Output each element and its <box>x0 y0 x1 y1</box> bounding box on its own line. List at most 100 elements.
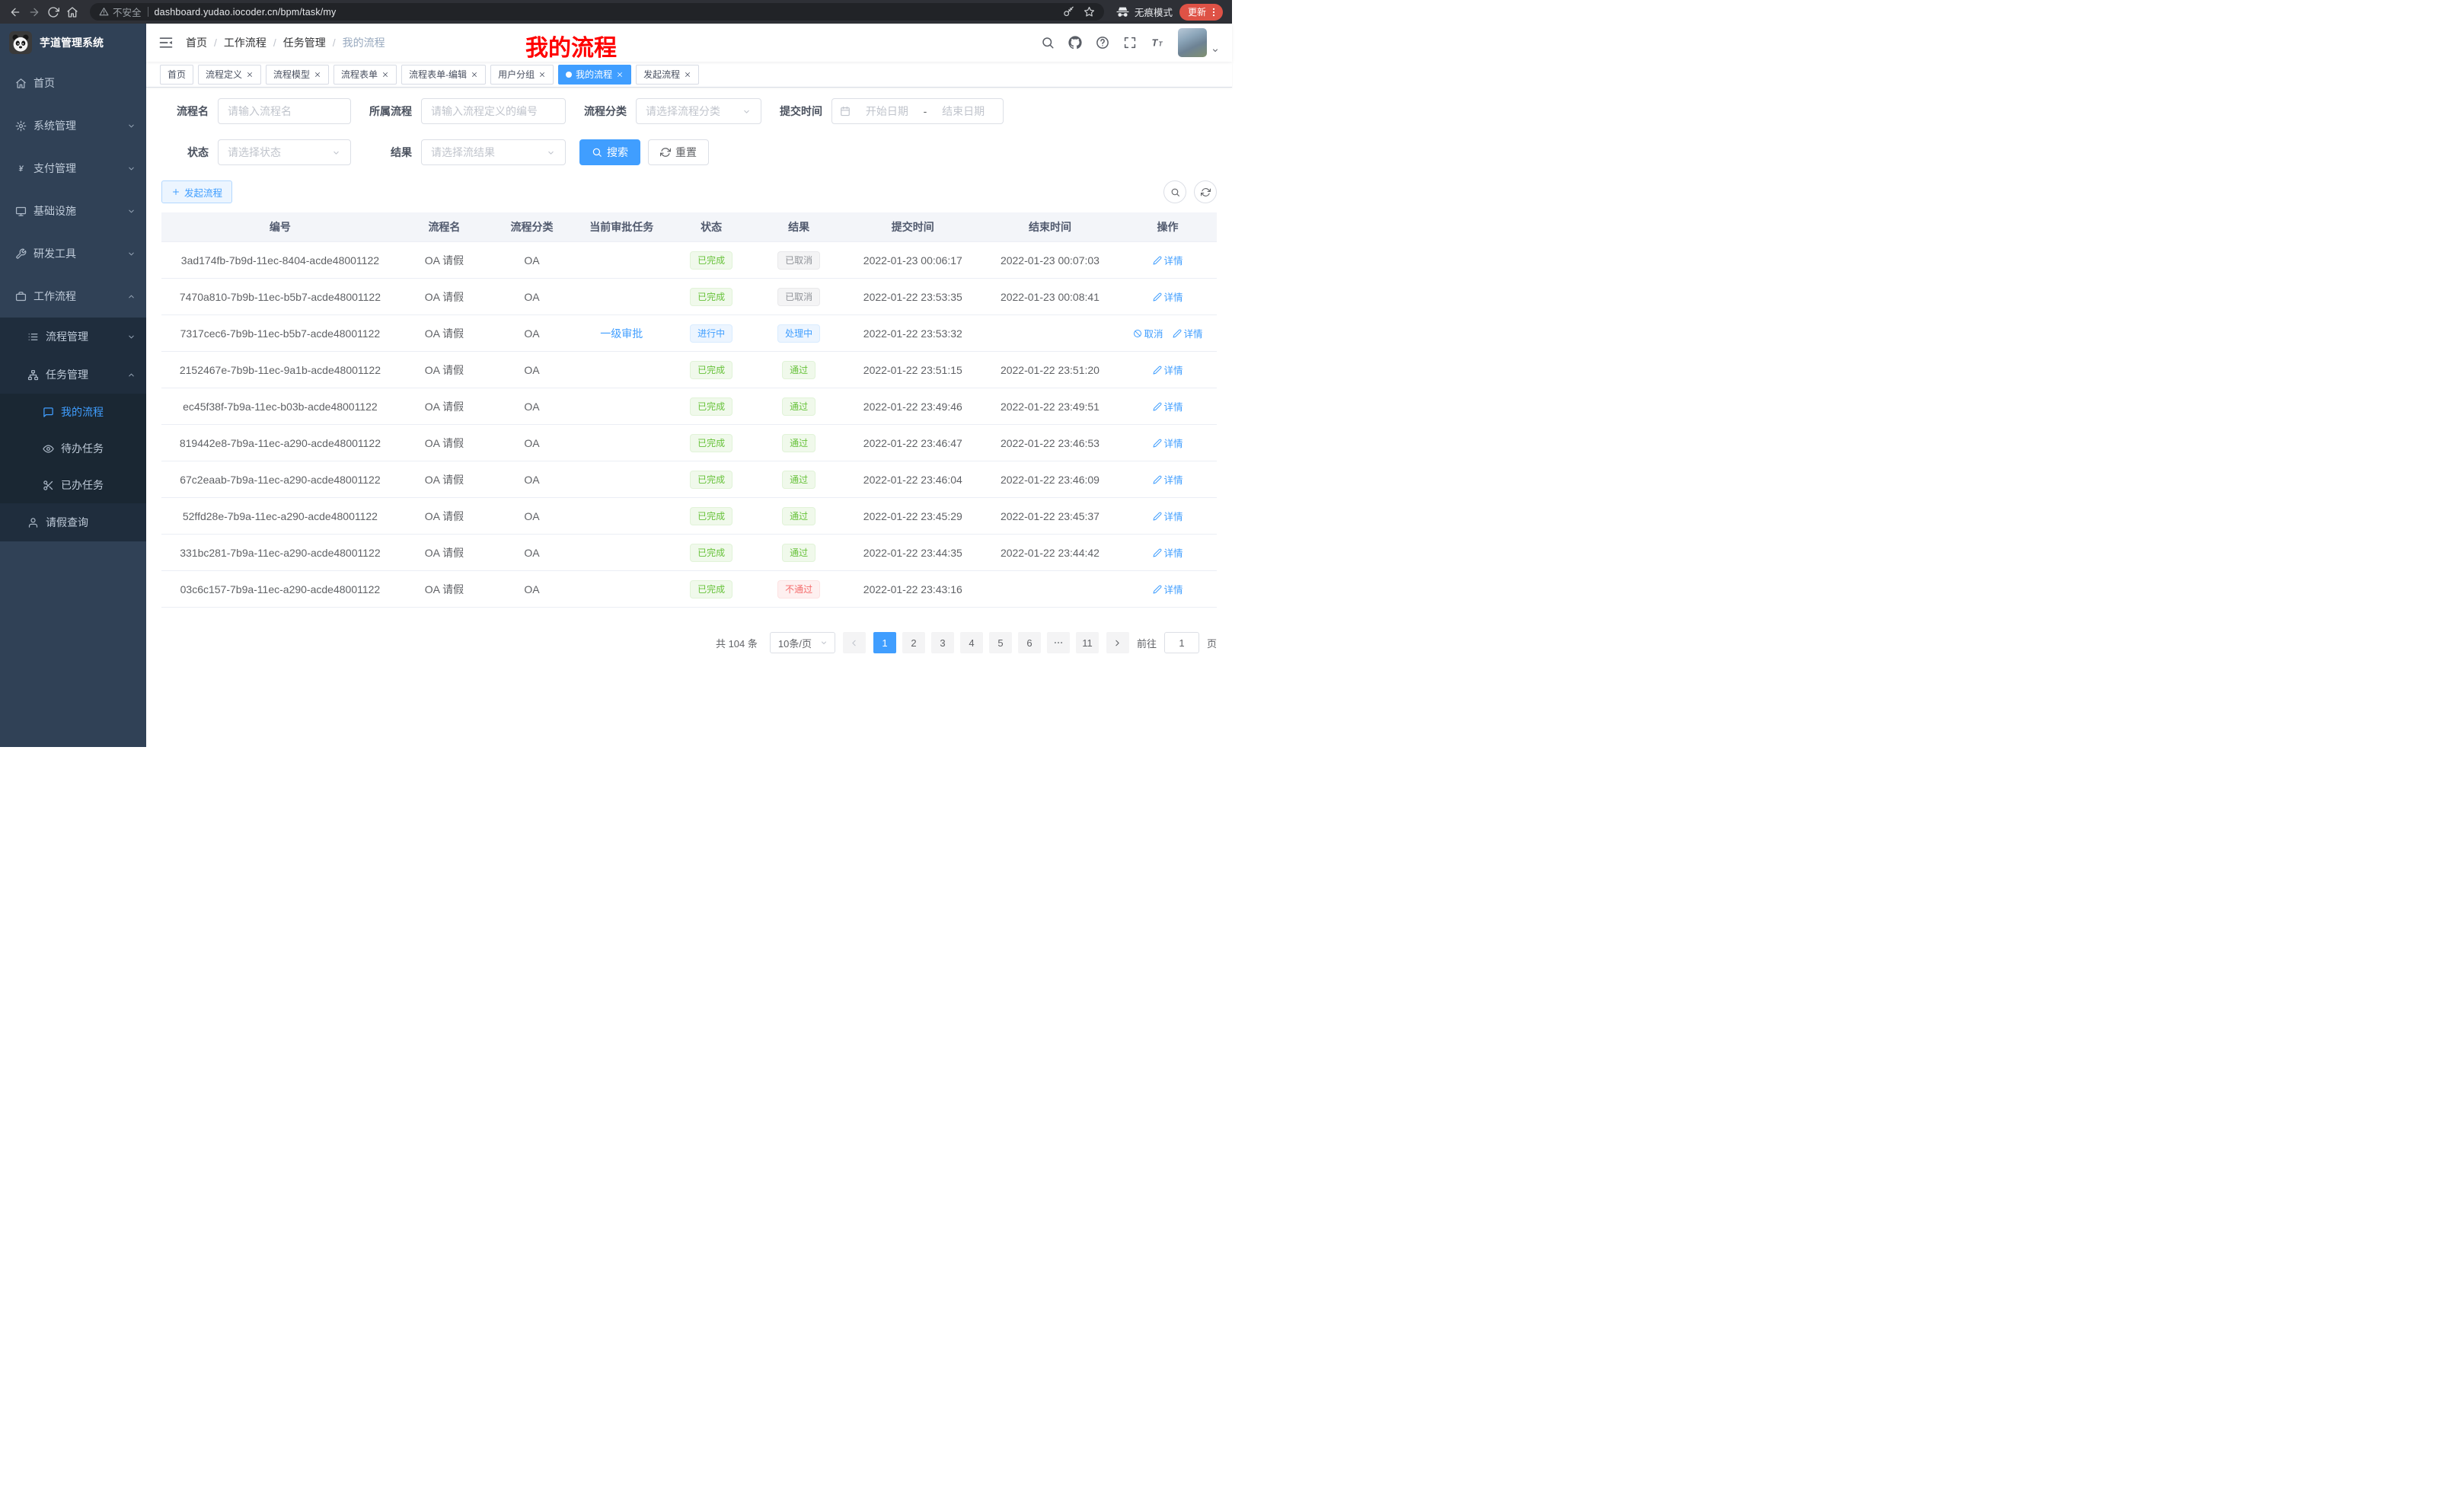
sidebar-toggle-icon[interactable] <box>158 35 174 50</box>
category-select[interactable]: 请选择流程分类 <box>636 98 761 124</box>
search-button[interactable]: 搜索 <box>579 139 640 165</box>
cell-status: 已完成 <box>669 361 754 379</box>
fullscreen-icon[interactable] <box>1123 36 1137 49</box>
tab-start-process[interactable]: 发起流程 <box>636 65 699 85</box>
category-label: 流程分类 <box>579 104 627 119</box>
current-task-link[interactable]: 一级审批 <box>600 326 643 341</box>
tab-process-model[interactable]: 流程模型 <box>266 65 329 85</box>
tab-process-form[interactable]: 流程表单 <box>334 65 397 85</box>
sidebar-item-payment[interactable]: ¥支付管理 <box>0 147 146 190</box>
font-size-icon[interactable]: TT <box>1151 36 1164 49</box>
breadcrumb-item[interactable]: 工作流程 <box>224 35 267 50</box>
breadcrumb-item[interactable]: 首页 <box>186 35 207 50</box>
page-size-select[interactable]: 10条/页 <box>770 632 835 653</box>
result-tag: 通过 <box>782 507 815 525</box>
sidebar-item-system[interactable]: 系统管理 <box>0 104 146 147</box>
cell-end-time: 2022-01-23 00:08:41 <box>981 291 1119 303</box>
tab-process-form-edit[interactable]: 流程表单-编辑 <box>401 65 486 85</box>
github-icon[interactable] <box>1068 36 1082 49</box>
sidebar-item-home[interactable]: 首页 <box>0 62 146 104</box>
browser-reload-icon[interactable] <box>47 6 59 18</box>
page-button-2[interactable]: 2 <box>902 632 925 653</box>
list-icon <box>27 331 39 343</box>
next-page-button[interactable] <box>1106 632 1129 653</box>
incognito-label: 无痕模式 <box>1135 5 1173 19</box>
tab-user-group[interactable]: 用户分组 <box>490 65 554 85</box>
tab-close-icon[interactable] <box>314 71 321 78</box>
create-process-button[interactable]: 发起流程 <box>161 180 232 203</box>
help-icon[interactable] <box>1096 36 1109 49</box>
sidebar-item-done-task[interactable]: 已办任务 <box>0 467 146 503</box>
tab-close-icon[interactable] <box>538 71 546 78</box>
password-key-icon[interactable] <box>1063 6 1074 18</box>
tab-close-icon[interactable] <box>246 71 254 78</box>
result-select[interactable]: 请选择流结果 <box>421 139 566 165</box>
tab-close-icon[interactable] <box>684 71 691 78</box>
sidebar-item-my-process[interactable]: 我的流程 <box>0 394 146 430</box>
browser-home-icon[interactable] <box>66 6 78 18</box>
update-button[interactable]: 更新 <box>1179 4 1223 21</box>
tab-close-icon[interactable] <box>616 71 624 78</box>
tab-home[interactable]: 首页 <box>160 65 193 85</box>
detail-link[interactable]: 详情 <box>1153 545 1183 560</box>
page-button-6[interactable]: 6 <box>1018 632 1041 653</box>
toggle-search-button[interactable] <box>1163 180 1186 203</box>
chevron-down-icon <box>127 250 136 258</box>
detail-link[interactable]: 详情 <box>1153 362 1183 377</box>
address-bar[interactable]: 不安全 dashboard.yudao.iocoder.cn/bpm/task/… <box>90 3 1104 21</box>
sidebar-item-dev-tools[interactable]: 研发工具 <box>0 232 146 275</box>
tab-close-icon[interactable] <box>471 71 478 78</box>
edit-icon <box>1153 475 1162 484</box>
page-button-4[interactable]: 4 <box>960 632 983 653</box>
bookmark-star-icon[interactable] <box>1084 6 1095 18</box>
process-definition-input[interactable]: 请输入流程定义的编号 <box>421 98 566 124</box>
sidebar-item-infrastructure[interactable]: 基础设施 <box>0 190 146 232</box>
security-chip[interactable]: 不安全 <box>99 5 142 19</box>
sidebar-item-task-manage[interactable]: 任务管理 <box>0 356 146 394</box>
browser-forward-icon[interactable] <box>28 6 40 18</box>
sidebar-item-todo-task[interactable]: 待办任务 <box>0 430 146 467</box>
browser-back-icon[interactable] <box>9 6 21 18</box>
tab-my-process[interactable]: 我的流程 <box>558 65 631 85</box>
submit-time-range-picker[interactable]: 开始日期 - 结束日期 <box>831 98 1004 124</box>
goto-page-input[interactable]: 1 <box>1164 632 1199 653</box>
sidebar-item-workflow[interactable]: 工作流程 <box>0 275 146 318</box>
active-tab-dot <box>566 72 572 78</box>
prev-page-button[interactable] <box>843 632 866 653</box>
page-button-1[interactable]: 1 <box>873 632 896 653</box>
table-row: 2152467e-7b9b-11ec-9a1b-acde48001122OA 请… <box>161 352 1217 388</box>
detail-link[interactable]: 详情 <box>1153 289 1183 304</box>
tab-close-icon[interactable] <box>381 71 389 78</box>
detail-link[interactable]: 详情 <box>1153 436 1183 450</box>
table-toolbar: 发起流程 <box>161 180 1217 203</box>
page-button-3[interactable]: 3 <box>931 632 954 653</box>
detail-link[interactable]: 详情 <box>1153 253 1183 267</box>
breadcrumb-item[interactable]: 任务管理 <box>283 35 326 50</box>
result-tag: 通过 <box>782 361 815 379</box>
refresh-table-button[interactable] <box>1194 180 1217 203</box>
page-button-5[interactable]: 5 <box>989 632 1012 653</box>
detail-link[interactable]: 详情 <box>1153 509 1183 523</box>
detail-link[interactable]: 详情 <box>1153 472 1183 487</box>
sidebar-item-process-manage[interactable]: 流程管理 <box>0 318 146 356</box>
table-row: 7317cec6-7b9b-11ec-b5b7-acde48001122OA 请… <box>161 315 1217 352</box>
detail-link[interactable]: 详情 <box>1153 399 1183 413</box>
detail-link[interactable]: 详情 <box>1173 326 1203 340</box>
cell-submit-time: 2022-01-22 23:53:32 <box>844 327 981 340</box>
tab-label: 流程表单-编辑 <box>409 68 467 81</box>
browser-menu-icon[interactable] <box>1208 7 1219 18</box>
cancel-link[interactable]: 取消 <box>1133 326 1163 340</box>
tab-process-definition[interactable]: 流程定义 <box>198 65 261 85</box>
process-name-input[interactable]: 请输入流程名 <box>218 98 351 124</box>
status-select[interactable]: 请选择状态 <box>218 139 351 165</box>
user-menu[interactable] <box>1178 28 1220 57</box>
app-logo[interactable]: 芋道管理系统 <box>0 24 146 62</box>
detail-link[interactable]: 详情 <box>1153 582 1183 596</box>
action-label: 详情 <box>1164 362 1183 377</box>
sidebar-item-leave-query[interactable]: 请假查询 <box>0 503 146 541</box>
reset-button[interactable]: 重置 <box>648 139 709 165</box>
page-button-11[interactable]: 11 <box>1076 632 1099 653</box>
header-search-icon[interactable] <box>1041 36 1055 49</box>
pager-more-button[interactable] <box>1047 632 1070 653</box>
table-row: 52ffd28e-7b9a-11ec-a290-acde48001122OA 请… <box>161 498 1217 535</box>
